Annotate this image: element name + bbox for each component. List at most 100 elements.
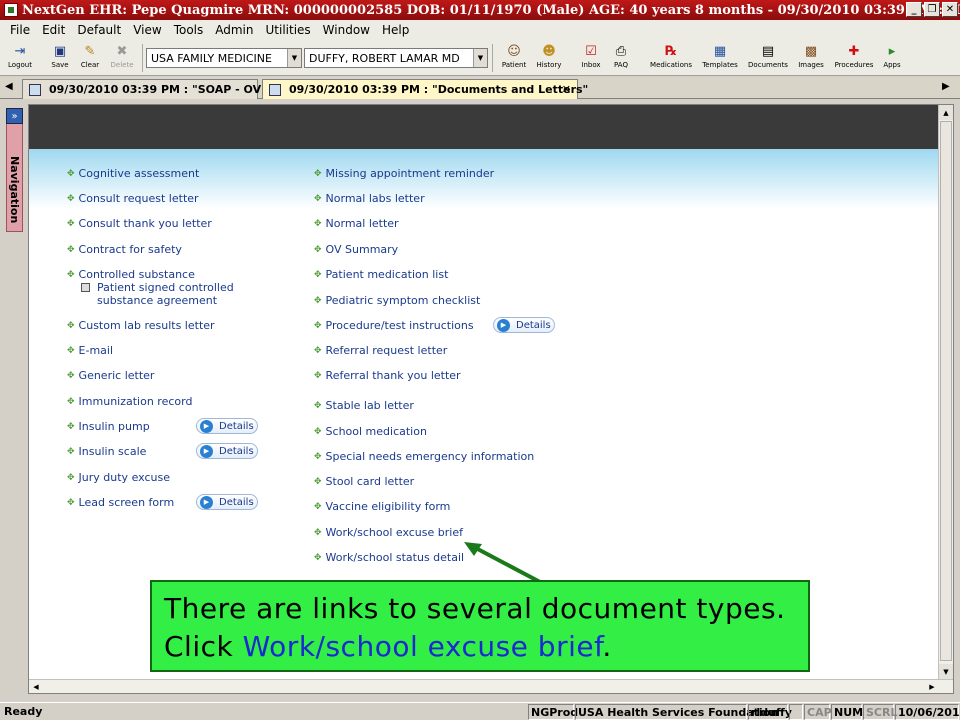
scroll-up-icon[interactable]: ▲	[939, 105, 953, 120]
templates-button[interactable]: ▦ Templates	[702, 42, 738, 70]
link-stool-card-letter[interactable]: ✥ Stool card letter	[314, 475, 414, 488]
menu-view[interactable]: View	[127, 23, 167, 37]
expand-icon[interactable]: »	[6, 108, 23, 124]
link-procedure-test-instructions[interactable]: ✥ Procedure/test instructions	[314, 319, 474, 332]
procedures-button[interactable]: ✚ Procedures	[834, 42, 874, 70]
link-insulin-pump[interactable]: ✥ Insulin pump	[67, 420, 150, 433]
procedure-test-details-button[interactable]: ▶ Details	[493, 317, 555, 333]
apps-button[interactable]: ▸ Apps	[874, 42, 910, 70]
link-lead-screen-form[interactable]: ✥ Lead screen form	[67, 496, 174, 509]
clear-button[interactable]: ✎ Clear	[72, 42, 108, 70]
link-pediatric-symptom-checklist[interactable]: ✥ Pediatric symptom checklist	[314, 294, 480, 307]
bullet-icon: ✥	[67, 193, 75, 204]
link-normal-letter[interactable]: ✥ Normal letter	[314, 217, 399, 230]
link-consult-request-letter[interactable]: ✥ Consult request letter	[67, 192, 199, 205]
link-immunization-record[interactable]: ✥ Immunization record	[67, 395, 192, 408]
clear-icon: ✎	[84, 43, 96, 59]
link-school-medication[interactable]: ✥ School medication	[314, 425, 427, 438]
link-referral-request-letter[interactable]: ✥ Referral request letter	[314, 344, 447, 357]
bullet-icon: ✥	[314, 295, 322, 306]
link-normal-labs-letter[interactable]: ✥ Normal labs letter	[314, 192, 425, 205]
menu-tools[interactable]: Tools	[168, 23, 210, 37]
patient-button[interactable]: ☺ Patient	[496, 42, 532, 70]
bullet-icon: ✥	[314, 370, 322, 381]
scroll-thumb[interactable]	[940, 121, 952, 661]
vertical-scrollbar[interactable]: ▲ ▼	[938, 105, 953, 679]
bullet-icon: ✥	[67, 168, 75, 179]
history-button[interactable]: ☻ History	[531, 42, 567, 70]
scroll-right-icon[interactable]: ▶	[925, 680, 939, 693]
menu-help[interactable]: Help	[376, 23, 415, 37]
horizontal-scrollbar[interactable]: ◀ ▶	[29, 679, 953, 693]
chevron-down-icon: ▼	[473, 49, 487, 67]
procedures-icon: ✚	[848, 43, 860, 59]
insulin-scale-details-button[interactable]: ▶ Details	[196, 443, 258, 459]
bullet-icon: ✥	[314, 400, 322, 411]
link-insulin-scale[interactable]: ✥ Insulin scale	[67, 445, 146, 458]
link-custom-lab-results-letter[interactable]: ✥ Custom lab results letter	[67, 319, 215, 332]
menu-window[interactable]: Window	[317, 23, 376, 37]
title-bar: NextGen EHR: Pepe Quagmire MRN: 00000000…	[0, 0, 960, 20]
navigation-panel-toggle[interactable]: Navigation	[6, 108, 23, 232]
link-cognitive-assessment[interactable]: ✥ Cognitive assessment	[67, 167, 199, 180]
document-tab-bar: ◀ 09/30/2010 03:39 PM : "SOAP - OV" 09/3…	[0, 77, 960, 99]
link-work-school-excuse-brief[interactable]: ✥ Work/school excuse brief	[314, 526, 463, 539]
link-generic-letter[interactable]: ✥ Generic letter	[67, 369, 154, 382]
minimize-button[interactable]: _	[906, 2, 922, 17]
images-button[interactable]: ▩ Images	[793, 42, 829, 70]
link-patient-medication-list[interactable]: ✥ Patient medication list	[314, 268, 448, 281]
scroll-left-icon[interactable]: ◀	[29, 680, 43, 693]
bullet-icon: ✥	[314, 501, 322, 512]
documents-icon: ▤	[761, 43, 775, 59]
scroll-down-icon[interactable]: ▼	[939, 664, 953, 679]
play-icon: ▶	[200, 444, 213, 458]
tab-soap-ov[interactable]: 09/30/2010 03:39 PM : "SOAP - OV"	[22, 79, 267, 99]
templates-icon: ▦	[713, 43, 727, 59]
menu-edit[interactable]: Edit	[36, 23, 71, 37]
insulin-pump-details-button[interactable]: ▶ Details	[196, 418, 258, 434]
practice-select[interactable]: USA FAMILY MEDICINE ▼	[146, 48, 302, 68]
controlled-substance-agreement-checkbox[interactable]: Patient signed controlled substance agree…	[81, 281, 234, 307]
apps-icon: ▸	[888, 43, 896, 59]
link-jury-duty-excuse[interactable]: ✥ Jury duty excuse	[67, 471, 170, 484]
link-e-mail[interactable]: ✥ E-mail	[67, 344, 113, 357]
link-ov-summary[interactable]: ✥ OV Summary	[314, 243, 398, 256]
bullet-icon: ✥	[314, 218, 322, 229]
menu-file[interactable]: File	[4, 23, 36, 37]
link-consult-thank-you-letter[interactable]: ✥ Consult thank you letter	[67, 217, 212, 230]
link-missing-appointment-reminder[interactable]: ✥ Missing appointment reminder	[314, 167, 494, 180]
logout-button[interactable]: ⇥ Logout	[2, 42, 38, 70]
paq-button[interactable]: ⎙ PAQ	[603, 42, 639, 70]
link-referral-thank-you-letter[interactable]: ✥ Referral thank you letter	[314, 369, 461, 382]
lead-screen-details-button[interactable]: ▶ Details	[196, 494, 258, 510]
status-date: 10/06/2010	[895, 704, 960, 720]
tab-documents-and-letters[interactable]: 09/30/2010 03:39 PM : "Documents and Let…	[262, 79, 588, 99]
chevron-down-icon: ▼	[287, 49, 301, 67]
link-work-school-status-detail[interactable]: ✥ Work/school status detail	[314, 551, 464, 564]
bullet-icon: ✥	[67, 497, 75, 508]
close-tab-icon[interactable]: ✕	[562, 83, 571, 96]
link-special-needs-emergency-information[interactable]: ✥ Special needs emergency information	[314, 450, 534, 463]
link-stable-lab-letter[interactable]: ✥ Stable lab letter	[314, 399, 414, 412]
close-window-button[interactable]: ✕	[942, 2, 958, 17]
delete-button[interactable]: ✖ Delete	[104, 42, 140, 70]
link-vaccine-eligibility-form[interactable]: ✥ Vaccine eligibility form	[314, 500, 450, 513]
link-controlled-substance[interactable]: ✥ Controlled substance	[67, 268, 195, 281]
menu-admin[interactable]: Admin	[209, 23, 259, 37]
documents-button[interactable]: ▤ Documents	[748, 42, 788, 70]
delete-icon: ✖	[116, 43, 128, 59]
menu-utilities[interactable]: Utilities	[260, 23, 317, 37]
tab-scroll-left-icon[interactable]: ◀	[5, 81, 13, 92]
status-num: NUM	[831, 704, 863, 720]
app-icon	[4, 3, 18, 17]
provider-select[interactable]: DUFFY, ROBERT LAMAR MD ▼	[304, 48, 488, 68]
medications-button[interactable]: ℞ Medications	[650, 42, 692, 70]
menu-default[interactable]: Default	[71, 23, 127, 37]
paq-icon: ⎙	[615, 43, 627, 59]
document-icon	[269, 83, 281, 96]
restore-button[interactable]: ❐	[924, 2, 940, 17]
checkbox-box[interactable]	[81, 283, 90, 292]
tab-scroll-right-icon[interactable]: ▶	[942, 81, 950, 92]
bullet-icon: ✥	[314, 426, 322, 437]
link-contract-for-safety[interactable]: ✥ Contract for safety	[67, 243, 182, 256]
